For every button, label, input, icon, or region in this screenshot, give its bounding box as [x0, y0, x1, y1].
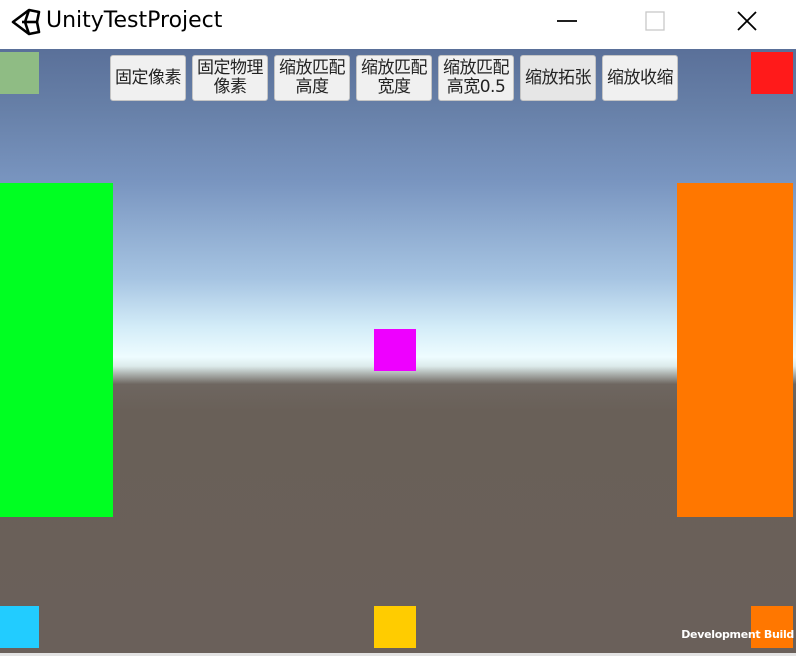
minimize-icon	[557, 20, 577, 22]
expand-button[interactable]: 缩放拓张	[520, 55, 596, 101]
close-button[interactable]	[724, 0, 770, 44]
match-width-height-half-button[interactable]: 缩放匹配 高宽0.5	[438, 55, 514, 101]
maximize-button[interactable]	[632, 0, 678, 44]
bottom-right-square	[751, 606, 793, 648]
title-bar[interactable]: UnityTestProject	[0, 0, 796, 44]
match-height-button[interactable]: 缩放匹配 高度	[274, 55, 350, 101]
bottom-left-square	[0, 606, 39, 648]
close-icon	[737, 11, 757, 31]
game-viewport[interactable]: 固定像素 固定物理 像素 缩放匹配 高度 缩放匹配 宽度 缩放匹配 高宽0.5 …	[0, 49, 796, 653]
bottom-center-square	[374, 606, 416, 648]
fixed-pixel-button[interactable]: 固定像素	[110, 55, 186, 101]
unity-player-window: UnityTestProject 固定像素 固定物理 像素 缩放匹配 高度 缩放…	[0, 0, 796, 656]
unity-logo-icon	[10, 6, 42, 38]
shrink-button[interactable]: 缩放收缩	[602, 55, 678, 101]
fixed-physical-pixel-button[interactable]: 固定物理 像素	[192, 55, 268, 101]
match-width-button[interactable]: 缩放匹配 宽度	[356, 55, 432, 101]
scale-mode-toolbar: 固定像素 固定物理 像素 缩放匹配 高度 缩放匹配 宽度 缩放匹配 高宽0.5 …	[110, 55, 682, 103]
top-left-square	[0, 52, 39, 94]
development-build-label: Development Build	[681, 628, 794, 641]
minimize-button[interactable]	[544, 0, 590, 44]
window-title: UnityTestProject	[46, 8, 223, 33]
center-square	[374, 329, 416, 371]
right-panel	[677, 183, 793, 517]
maximize-icon	[645, 11, 665, 31]
top-right-square	[751, 52, 793, 94]
left-panel	[0, 183, 113, 517]
